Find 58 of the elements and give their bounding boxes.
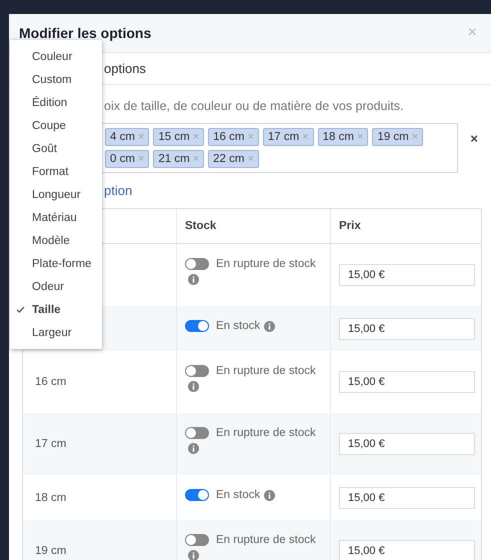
stock-status: En rupture de stock bbox=[216, 426, 316, 441]
dialog-title: Modifier les options bbox=[19, 25, 152, 41]
price-field[interactable]: 15,00 € bbox=[339, 318, 475, 340]
menu-item[interactable]: Largeur bbox=[10, 321, 102, 344]
menu-item[interactable]: Coupe bbox=[10, 114, 102, 137]
clear-button[interactable]: × bbox=[466, 123, 482, 146]
size-label: 17 cm bbox=[35, 438, 66, 450]
menu-item[interactable]: Matériau bbox=[10, 206, 102, 229]
description-text: oix de taille, de couleur ou de matière de vos produits. bbox=[104, 99, 404, 113]
stock-toggle[interactable] bbox=[185, 365, 209, 377]
tab[interactable]: options bbox=[104, 61, 146, 76]
size-label: 18 cm bbox=[35, 492, 66, 504]
menu-item[interactable]: Modèle bbox=[10, 229, 102, 252]
column-header: Stock bbox=[185, 220, 216, 232]
stock-status: En stock bbox=[216, 319, 260, 334]
menu-item[interactable]: Odeur bbox=[10, 275, 102, 298]
stock-toggle[interactable] bbox=[185, 427, 209, 439]
stock-toggle[interactable] bbox=[185, 258, 209, 270]
stock-toggle[interactable] bbox=[185, 489, 209, 501]
stock-status: En rupture de stock bbox=[216, 257, 316, 272]
menu-item[interactable]: Goût bbox=[10, 137, 102, 160]
menu-item[interactable]: Format bbox=[10, 160, 102, 183]
stock-status: En rupture de stock bbox=[216, 364, 316, 379]
tag-label: 22 cm bbox=[213, 153, 244, 165]
price-field[interactable]: 15,00 € bbox=[339, 264, 475, 286]
info-icon[interactable] bbox=[188, 274, 199, 285]
column-header: Prix bbox=[339, 220, 361, 232]
stock-status: En stock bbox=[216, 488, 260, 503]
tag-label: 17 cm bbox=[268, 131, 300, 143]
info-icon[interactable] bbox=[264, 490, 276, 500]
checkmark-icon bbox=[16, 306, 25, 313]
price-field[interactable]: 15,00 € bbox=[339, 540, 475, 560]
menu-item[interactable]: Longueur bbox=[10, 183, 102, 206]
price-field[interactable]: 15,00 € bbox=[339, 371, 475, 393]
size-label: 19 cm bbox=[35, 545, 66, 557]
info-icon[interactable] bbox=[188, 550, 199, 560]
size-label: 16 cm bbox=[35, 376, 66, 388]
tag-label: 19 cm bbox=[377, 131, 409, 143]
tag-label: 16 cm bbox=[213, 131, 244, 143]
info-icon[interactable] bbox=[188, 381, 199, 392]
menu-item[interactable]: Couleur bbox=[10, 45, 102, 68]
tag-label: 21 cm bbox=[158, 153, 190, 165]
menu-item[interactable]: Plate-forme bbox=[10, 252, 102, 275]
tag-label: 18 cm bbox=[322, 131, 354, 143]
stock-toggle[interactable] bbox=[185, 534, 209, 546]
stock-toggle[interactable] bbox=[185, 320, 209, 332]
menu-item[interactable]: Custom bbox=[10, 68, 102, 91]
menu-item[interactable]: Taille bbox=[10, 298, 102, 321]
info-icon[interactable] bbox=[264, 320, 276, 332]
tag-label: 0 cm bbox=[110, 153, 135, 165]
tag-label: 15 cm bbox=[158, 131, 190, 143]
price-field[interactable]: 15,00 € bbox=[339, 486, 475, 508]
tag-label: 4 cm bbox=[110, 131, 135, 143]
price-field[interactable]: 15,00 € bbox=[339, 433, 475, 455]
menu-item[interactable]: Édition bbox=[10, 91, 102, 114]
info-icon[interactable] bbox=[188, 443, 199, 454]
stock-status: En rupture de stock bbox=[216, 533, 316, 548]
add-option-link[interactable]: ption bbox=[104, 183, 132, 198]
